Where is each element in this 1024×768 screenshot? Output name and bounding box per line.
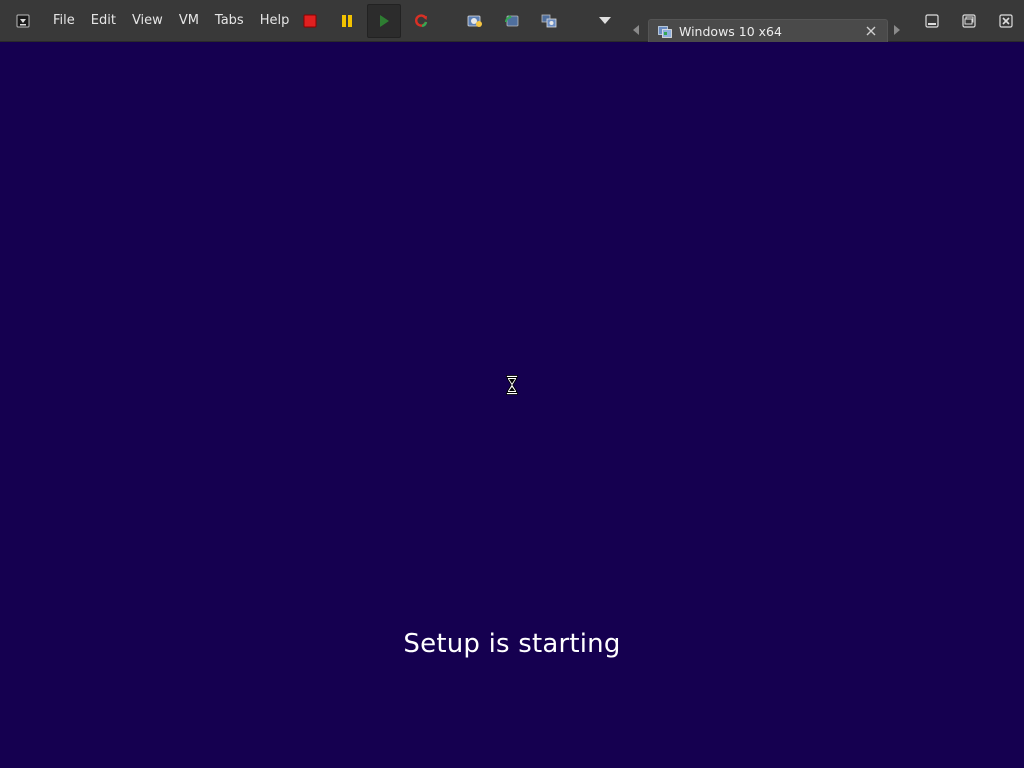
guest-display[interactable]: Setup is starting: [0, 42, 1024, 768]
view-options-dropdown[interactable]: [590, 4, 620, 38]
vm-icon: [657, 23, 673, 39]
stop-icon: [303, 14, 316, 28]
play-icon: [379, 15, 389, 27]
reset-button[interactable]: [404, 4, 438, 38]
revert-snapshot-button[interactable]: [495, 4, 529, 38]
close-icon: [866, 26, 876, 36]
menu-bar: File Edit View VM Tabs Help: [45, 0, 297, 42]
arrow-right-icon: [894, 25, 900, 35]
minimize-icon: [924, 14, 939, 28]
menu-tabs[interactable]: Tabs: [207, 0, 252, 42]
minimize-button[interactable]: [913, 0, 950, 42]
menu-vm[interactable]: VM: [171, 0, 207, 42]
vm-toolbar: File Edit View VM Tabs Help Windows 10 x…: [0, 0, 1024, 42]
revert-snapshot-icon: [504, 15, 518, 27]
suspend-button[interactable]: [330, 4, 364, 38]
vm-tab[interactable]: Windows 10 x64: [648, 19, 888, 42]
snapshot-manager-button[interactable]: [532, 4, 566, 38]
close-icon: [998, 14, 1013, 28]
menu-file[interactable]: File: [45, 0, 83, 42]
setup-status-text: Setup is starting: [403, 629, 621, 659]
app-menu-button[interactable]: [0, 0, 45, 42]
snapshot-button[interactable]: [458, 4, 492, 38]
hamburger-menu-icon: [16, 14, 29, 28]
power-on-button[interactable]: [366, 4, 401, 38]
tab-close-button[interactable]: [863, 23, 879, 39]
restore-icon: [961, 14, 976, 28]
close-window-button[interactable]: [987, 0, 1024, 42]
snapshot-manager-icon: [541, 14, 556, 28]
arrow-left-icon: [633, 25, 639, 35]
vm-power-controls: [291, 0, 439, 42]
vm-tab-label: Windows 10 x64: [679, 23, 782, 39]
reset-icon: [414, 14, 427, 28]
snapshot-controls: [456, 0, 567, 42]
restore-button[interactable]: [950, 0, 987, 42]
menu-view[interactable]: View: [124, 0, 171, 42]
menu-edit[interactable]: Edit: [83, 0, 124, 42]
power-off-button[interactable]: [293, 4, 327, 38]
hourglass-busy-cursor: [506, 375, 518, 395]
pause-icon: [341, 15, 352, 27]
tab-scroll-right-button[interactable]: [889, 19, 905, 41]
chevron-down-icon: [599, 17, 611, 24]
window-controls: [913, 0, 1024, 42]
tab-scroll-left-button[interactable]: [628, 19, 644, 41]
snapshot-icon: [467, 15, 482, 27]
